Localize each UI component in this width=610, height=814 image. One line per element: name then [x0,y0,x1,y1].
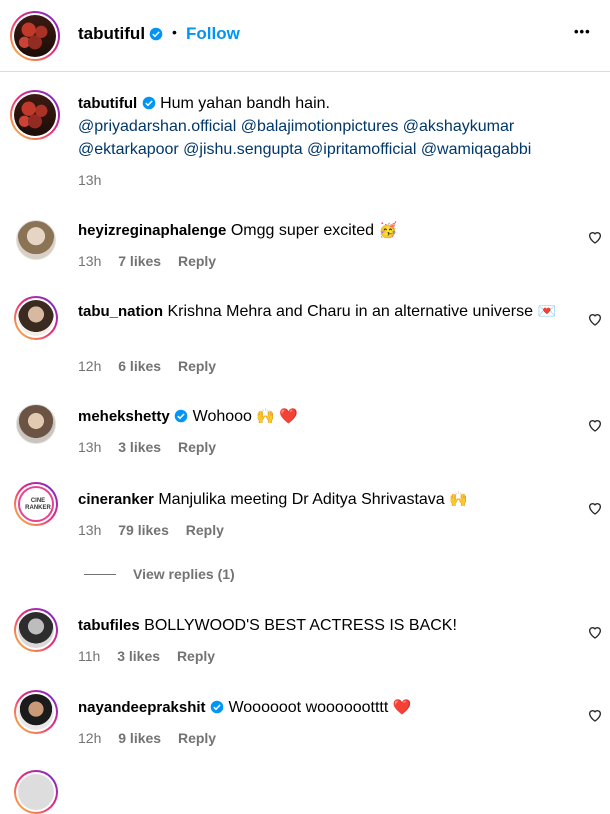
like-heart-icon[interactable] [587,707,603,723]
comment-text: mehekshetty Wohooo 🙌 ❤️ [78,405,568,428]
comment-username[interactable]: heyizreginaphalenge [78,222,226,239]
comment-time: 12h [78,358,102,374]
caption: tabutiful Hum yahan bandh hain. @priyada… [0,72,610,202]
raised-hands-emoji: 🙌 [449,491,468,508]
caption-mentions-line2[interactable]: @ektarkapoor @jishu.sengupta @ipritamoff… [78,141,531,158]
caption-meta: 13h [78,172,114,188]
comment-body: BOLLYWOOD'S BEST ACTRESS IS BACK! [144,617,457,634]
commenter-avatar[interactable] [16,220,56,260]
next-commenter-avatar[interactable] [14,770,58,814]
comment-text: tabufiles BOLLYWOOD'S BEST ACTRESS IS BA… [78,614,568,637]
reply-button[interactable]: Reply [178,253,216,269]
comment-text: cineranker Manjulika meeting Dr Aditya S… [78,488,568,511]
like-heart-icon[interactable] [587,624,603,640]
comment-username[interactable]: tabufiles [78,617,140,634]
like-heart-icon[interactable] [587,417,603,433]
comment-text: nayandeeprakshit Woooooot wooooootttt ❤️ [78,696,568,719]
comment-meta: 13h 3 likes Reply [78,439,229,455]
comment: tabufiles BOLLYWOOD'S BEST ACTRESS IS BA… [0,600,610,680]
view-replies-button[interactable]: View replies (1) [133,566,235,582]
avatar-image [14,94,56,136]
like-heart-icon[interactable] [587,229,603,245]
commenter-avatar[interactable] [14,608,58,652]
comment-username[interactable]: mehekshetty [78,408,170,425]
comment-likes[interactable]: 3 likes [117,648,160,664]
comment-likes[interactable]: 3 likes [118,439,161,455]
verified-badge-icon [174,409,188,423]
avatar-image [18,694,54,730]
comment-meta: 13h 7 likes Reply [78,253,229,269]
comment-body: Wohooo [192,408,252,425]
caption-username[interactable]: tabutiful [78,95,137,112]
cineranker-logo: CINE RANKER [18,486,54,522]
comment-time: 13h [78,522,102,538]
reply-button[interactable]: Reply [178,439,216,455]
comment-meta: 12h 9 likes Reply [78,730,229,746]
comment-body: Omgg super excited [230,222,375,239]
comment: mehekshetty Wohooo 🙌 ❤️ 13h 3 likes Repl… [0,392,610,472]
avatar-image [18,774,54,810]
comment: tabu_nation Krishna Mehra and Charu in a… [0,286,610,386]
comment-body: Woooooot wooooootttt [228,699,389,716]
caption-mentions-line1[interactable]: @priyadarshan.official @balajimotionpict… [78,118,514,135]
caption-body: Hum yahan bandh hain. [160,95,330,112]
comment-time: 11h [78,648,101,664]
view-replies[interactable]: View replies (1) [0,560,610,590]
red-heart-emoji: ❤️ [392,699,412,716]
verified-badge-icon [210,700,224,714]
comment-body: Manjulika meeting Dr Aditya Shrivastava [158,491,445,508]
comment-text: heyizreginaphalenge Omgg super excited 🥳 [78,219,568,242]
raised-hands-heart-emoji: 🙌 ❤️ [256,408,298,425]
commenter-avatar[interactable] [14,690,58,734]
comment-username[interactable]: tabu_nation [78,303,163,320]
comment-time: 13h [78,253,102,269]
reply-button[interactable]: Reply [177,648,215,664]
partying-face-emoji: 🥳 [378,222,398,239]
comment: heyizreginaphalenge Omgg super excited 🥳… [0,206,610,286]
profile-avatar[interactable] [10,11,60,61]
more-options-icon[interactable]: ••• [574,24,591,39]
avatar-image [18,300,54,336]
like-heart-icon[interactable] [587,500,603,516]
caption-text: tabutiful Hum yahan bandh hain. @priyada… [78,92,568,161]
comment-meta: 13h 79 likes Reply [78,522,237,538]
reply-button[interactable]: Reply [178,730,216,746]
comment-time: 12h [78,730,102,746]
replies-divider [84,574,116,575]
comment-likes[interactable]: 7 likes [118,253,161,269]
commenter-avatar[interactable] [16,404,56,444]
comment-text: tabu_nation Krishna Mehra and Charu in a… [78,300,568,323]
commenter-avatar[interactable]: CINE RANKER [14,482,58,526]
comment-likes[interactable]: 6 likes [118,358,161,374]
avatar-image [14,15,56,57]
avatar-image [18,612,54,648]
comment-likes[interactable]: 9 likes [118,730,161,746]
separator-dot: • [172,24,177,40]
comment-meta: 11h 3 likes Reply [78,648,228,664]
follow-button[interactable]: Follow [186,24,240,44]
caption-time: 13h [78,172,102,188]
comment-username[interactable]: nayandeeprakshit [78,699,206,716]
love-letter-emoji: 💌 [537,303,557,320]
comment: CINE RANKER cineranker Manjulika meeting… [0,474,610,554]
like-heart-icon[interactable] [587,311,603,327]
comment-body: Krishna Mehra and Charu in an alternativ… [167,303,533,320]
comment-meta: 12h 6 likes Reply [78,358,229,374]
comment-username[interactable]: cineranker [78,491,154,508]
comment-time: 13h [78,439,102,455]
reply-button[interactable]: Reply [186,522,224,538]
post-header: tabutiful • Follow ••• [0,0,610,72]
verified-badge-icon [142,96,155,110]
comment: nayandeeprakshit Woooooot wooooootttt ❤️… [0,682,610,762]
commenter-avatar[interactable] [14,296,58,340]
header-username[interactable]: tabutiful [78,24,145,44]
reply-button[interactable]: Reply [178,358,216,374]
cineranker-logo-text: CINE RANKER [25,498,51,511]
comment-likes[interactable]: 79 likes [118,522,169,538]
caption-avatar[interactable] [10,90,60,140]
verified-badge-icon [149,27,163,41]
